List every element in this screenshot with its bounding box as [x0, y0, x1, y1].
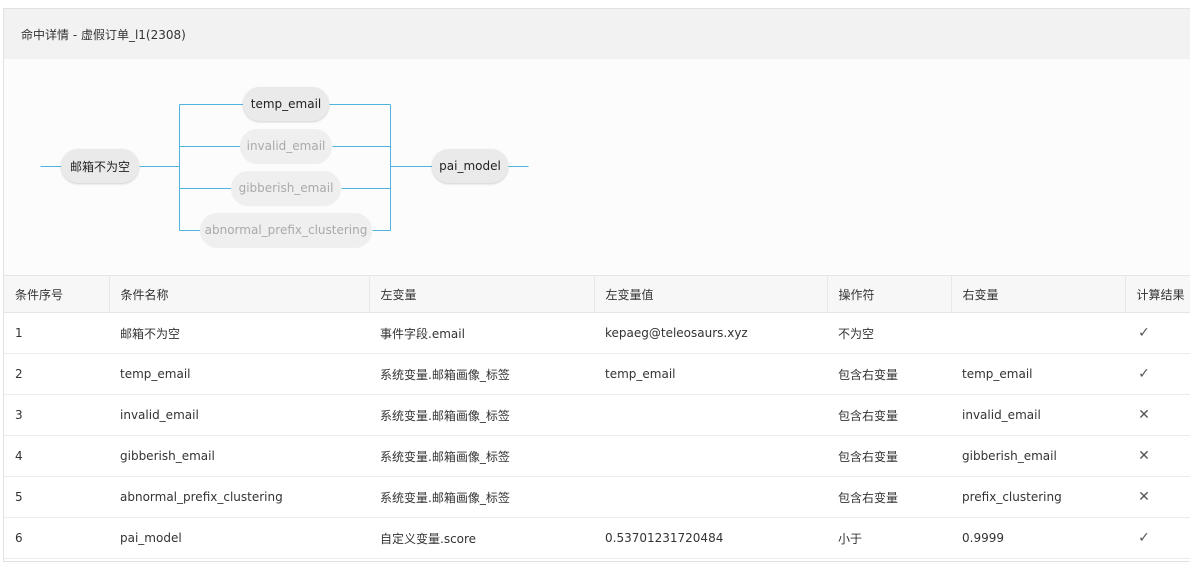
flow-connectors [40, 104, 529, 231]
cell-left-val: kepaeg@teleosaurs.xyz [594, 312, 827, 354]
cell-operator: 包含右变量 [827, 435, 951, 477]
cell-right-var: invalid_email [951, 394, 1125, 436]
cell-right-var: gibberish_email [951, 435, 1125, 477]
cell-left-val [594, 476, 827, 518]
cell-operator: 包含右变量 [827, 476, 951, 518]
cell-left-var: 事件字段.email [369, 312, 594, 354]
cell-operator: 不为空 [827, 312, 951, 354]
cell-left-var: 自定义变量.score [369, 517, 594, 559]
cell-index: 4 [4, 435, 109, 477]
panel-title: 命中详情 - 虚假订单_l1(2308) [21, 28, 186, 42]
cell-left-val [594, 394, 827, 436]
cell-result: ✓ [1125, 353, 1190, 395]
table-row: 3 invalid_email 系统变量.邮箱画像_标签 包含右变量 inval… [4, 394, 1190, 436]
cell-index: 2 [4, 353, 109, 395]
cell-left-val [594, 435, 827, 477]
cross-icon: ✕ [1138, 448, 1150, 464]
cell-index: 5 [4, 476, 109, 518]
cell-left-val: temp_email [594, 353, 827, 395]
table-row: 2 temp_email 系统变量.邮箱画像_标签 temp_email 包含右… [4, 353, 1190, 395]
cell-right-var [951, 312, 1125, 354]
table-row: 1 邮箱不为空 事件字段.email kepaeg@teleosaurs.xyz… [4, 312, 1190, 354]
col-header-right-var: 右变量 [951, 275, 1126, 313]
cell-result: ✕ [1125, 394, 1190, 436]
flow-node-abnormal-prefix-clustering[interactable]: abnormal_prefix_clustering [200, 213, 372, 247]
check-icon: ✓ [1138, 325, 1150, 341]
cell-left-var: 系统变量.邮箱画像_标签 [369, 435, 594, 477]
cell-right-var: 0.9999 [951, 517, 1125, 559]
hit-detail-panel: 命中详情 - 虚假订单_l1(2308) 邮箱不为空 temp_email in… [3, 8, 1190, 562]
table-row: 4 gibberish_email 系统变量.邮箱画像_标签 包含右变量 gib… [4, 435, 1190, 477]
table-row: 5 abnormal_prefix_clustering 系统变量.邮箱画像_标… [4, 476, 1190, 518]
panel-header: 命中详情 - 虚假订单_l1(2308) [4, 9, 1190, 59]
cell-name: gibberish_email [109, 435, 369, 477]
cell-name: temp_email [109, 353, 369, 395]
check-icon: ✓ [1138, 530, 1150, 546]
cell-name: abnormal_prefix_clustering [109, 476, 369, 518]
cell-left-var: 系统变量.邮箱画像_标签 [369, 476, 594, 518]
col-header-left-val: 左变量值 [594, 275, 828, 313]
cell-result: ✕ [1125, 476, 1190, 518]
flow-node-gibberish-email[interactable]: gibberish_email [231, 171, 341, 205]
condition-table: 条件序号 条件名称 左变量 左变量值 操作符 右变量 计算结果 1 邮箱不为空 … [4, 275, 1190, 559]
cell-right-var: prefix_clustering [951, 476, 1125, 518]
col-header-name: 条件名称 [109, 275, 370, 313]
cell-left-val: 0.53701231720484 [594, 517, 827, 559]
flow-node-temp-email[interactable]: temp_email [243, 87, 329, 121]
cell-index: 6 [4, 517, 109, 559]
cell-name: invalid_email [109, 394, 369, 436]
cell-operator: 包含右变量 [827, 394, 951, 436]
cell-operator: 小于 [827, 517, 951, 559]
cell-name: 邮箱不为空 [109, 312, 369, 354]
table-row: 6 pai_model 自定义变量.score 0.53701231720484… [4, 517, 1190, 559]
rule-flow-diagram: 邮箱不为空 temp_email invalid_email gibberish… [4, 59, 1190, 275]
cell-index: 1 [4, 312, 109, 354]
col-header-left-var: 左变量 [369, 275, 595, 313]
cell-left-var: 系统变量.邮箱画像_标签 [369, 353, 594, 395]
cell-name: pai_model [109, 517, 369, 559]
table-header-row: 条件序号 条件名称 左变量 左变量值 操作符 右变量 计算结果 [4, 275, 1190, 313]
cell-result: ✓ [1125, 517, 1190, 559]
flow-node-start[interactable]: 邮箱不为空 [61, 149, 139, 183]
check-icon: ✓ [1138, 366, 1150, 382]
cross-icon: ✕ [1138, 407, 1150, 423]
cell-left-var: 系统变量.邮箱画像_标签 [369, 394, 594, 436]
col-header-operator: 操作符 [827, 275, 952, 313]
cross-icon: ✕ [1138, 489, 1150, 505]
col-header-index: 条件序号 [4, 275, 110, 313]
cell-right-var: temp_email [951, 353, 1125, 395]
cell-operator: 包含右变量 [827, 353, 951, 395]
cell-index: 3 [4, 394, 109, 436]
cell-result: ✕ [1125, 435, 1190, 477]
col-header-result: 计算结果 [1125, 275, 1190, 313]
cell-result: ✓ [1125, 312, 1190, 354]
flow-node-invalid-email[interactable]: invalid_email [240, 129, 332, 163]
flow-node-pai-model[interactable]: pai_model [432, 149, 508, 183]
